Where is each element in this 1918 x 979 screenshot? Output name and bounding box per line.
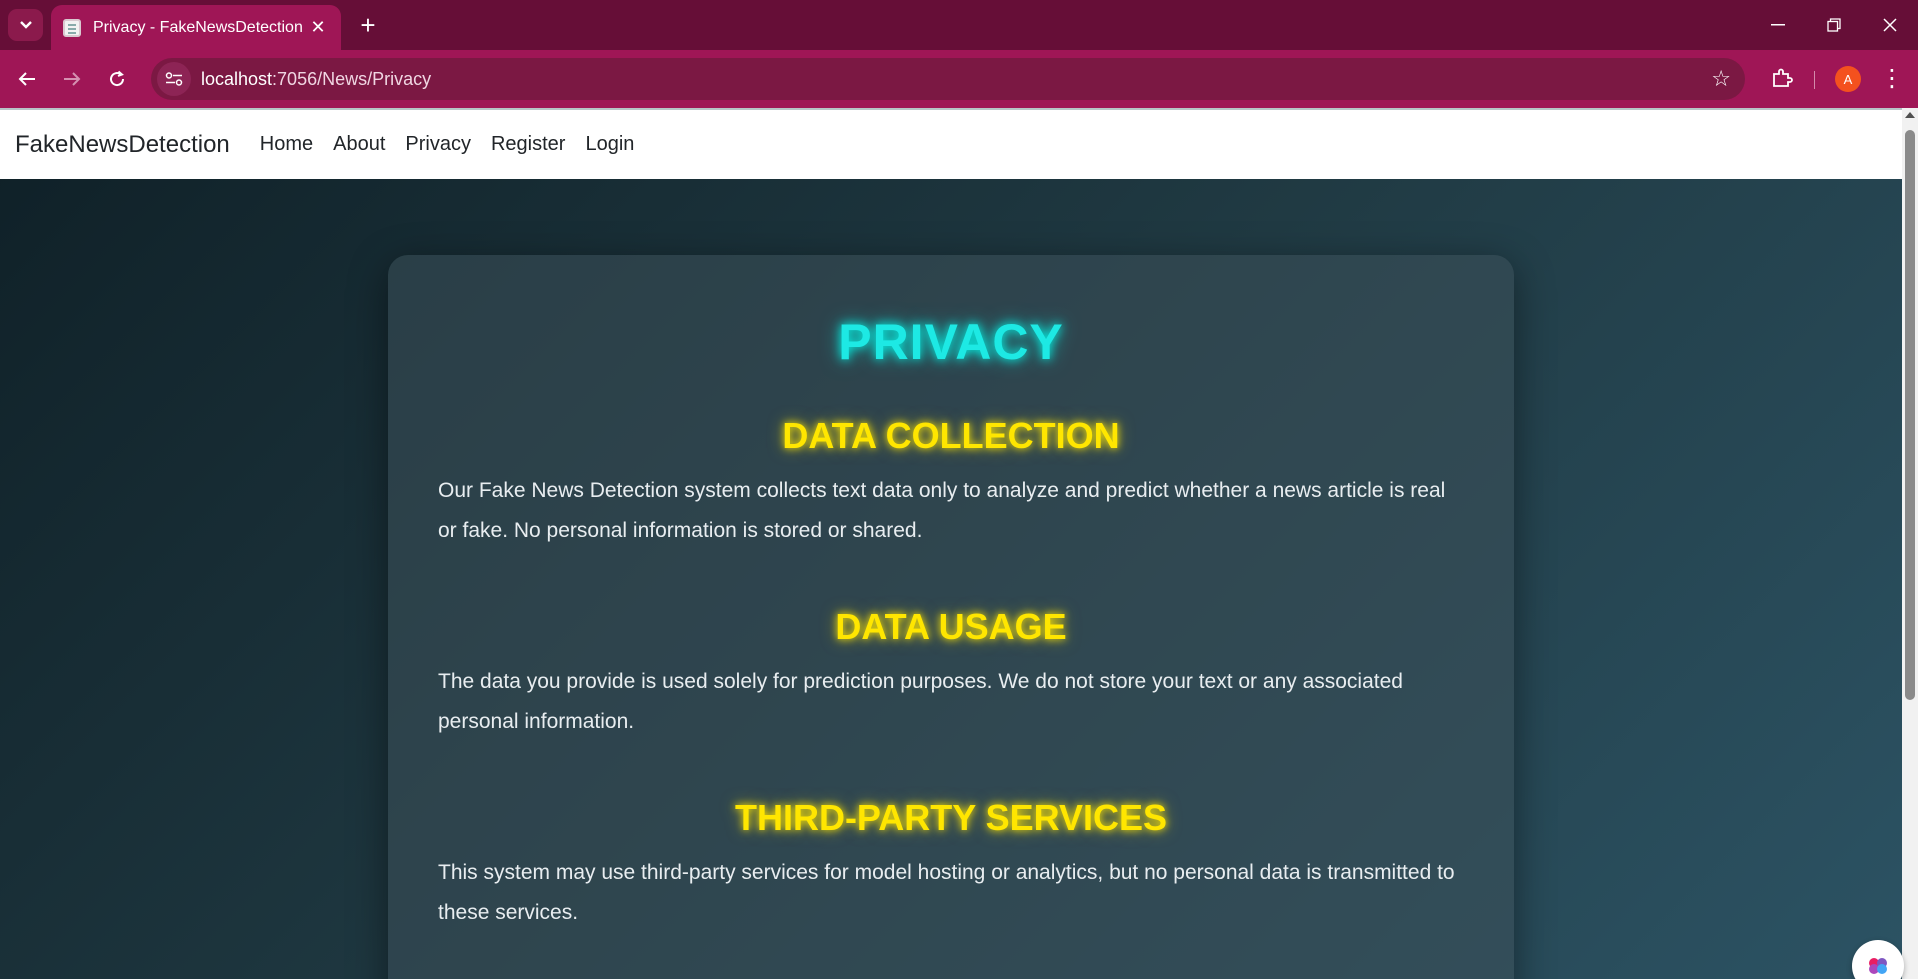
active-tab[interactable]: Privacy - FakeNewsDetection ✕ xyxy=(51,5,341,50)
section-heading-data-collection: DATA COLLECTION xyxy=(782,415,1120,456)
section-text-data-collection: Our Fake News Detection system collects … xyxy=(438,479,1446,542)
browser-toolbar: localhost:7056/News/Privacy ☆ A ⋮ xyxy=(0,50,1918,108)
assistant-brain-icon[interactable] xyxy=(1852,940,1904,979)
minimize-icon xyxy=(1771,24,1785,26)
star-icon[interactable]: ☆ xyxy=(1711,66,1731,92)
scrollbar-thumb[interactable] xyxy=(1905,130,1915,700)
browser-tab-bar: Privacy - FakeNewsDetection ✕ + xyxy=(0,0,1918,50)
close-window-button[interactable] xyxy=(1862,0,1918,50)
nav-link-home[interactable]: Home xyxy=(260,133,313,156)
close-tab-icon[interactable]: ✕ xyxy=(307,17,329,38)
section-text-data-usage: The data you provide is used solely for … xyxy=(438,670,1403,733)
minimize-button[interactable] xyxy=(1750,0,1806,50)
close-icon xyxy=(1883,18,1897,32)
restore-icon xyxy=(1827,18,1841,32)
page-title: PRIVACY xyxy=(838,314,1064,370)
tab-title: Privacy - FakeNewsDetection xyxy=(93,18,303,36)
section-heading-third-party-services: THIRD-PARTY SERVICES xyxy=(734,797,1168,838)
nav-link-privacy[interactable]: Privacy xyxy=(405,133,471,156)
nav-link-about[interactable]: About xyxy=(333,133,385,156)
avatar-initial: A xyxy=(1843,71,1853,87)
section-text-third-party-services: This system may use third-party services… xyxy=(438,861,1455,924)
url-host: localhost xyxy=(201,68,273,89)
back-arrow-icon xyxy=(18,72,35,86)
new-tab-button[interactable]: + xyxy=(352,9,384,41)
site-brand-link[interactable]: FakeNewsDetection xyxy=(15,131,230,159)
back-button[interactable] xyxy=(9,61,45,97)
reload-button[interactable] xyxy=(99,61,135,97)
profile-avatar[interactable]: A xyxy=(1835,66,1861,92)
reload-icon xyxy=(110,70,125,87)
nav-link-login[interactable]: Login xyxy=(585,133,634,156)
site-navbar: FakeNewsDetection Home About Privacy Reg… xyxy=(0,108,1902,179)
page-viewport: FakeNewsDetection Home About Privacy Reg… xyxy=(0,108,1918,979)
scroll-up-arrow-icon[interactable] xyxy=(1905,112,1915,118)
toolbar-separator xyxy=(1814,71,1815,89)
restore-button[interactable] xyxy=(1806,0,1862,50)
chevron-down-icon xyxy=(19,21,32,29)
forward-arrow-icon xyxy=(64,72,81,86)
section-heading-data-usage: DATA USAGE xyxy=(835,606,1067,647)
more-vert-icon[interactable]: ⋮ xyxy=(1876,62,1908,94)
url-text: localhost:7056/News/Privacy xyxy=(201,69,431,90)
nav-link-register[interactable]: Register xyxy=(491,133,565,156)
site-info-icon[interactable] xyxy=(157,62,191,96)
privacy-card: PRIVACY DATA COLLECTION Our Fake News De… xyxy=(388,255,1514,979)
tab-list-button[interactable] xyxy=(8,9,43,41)
address-bar[interactable]: localhost:7056/News/Privacy ☆ xyxy=(151,58,1745,100)
puzzle-icon[interactable] xyxy=(1766,62,1798,94)
forward-button[interactable] xyxy=(54,61,90,97)
url-path: :7056/News/Privacy xyxy=(272,68,432,89)
page-favicon-icon xyxy=(63,18,81,37)
page-scrollbar[interactable] xyxy=(1902,108,1918,979)
